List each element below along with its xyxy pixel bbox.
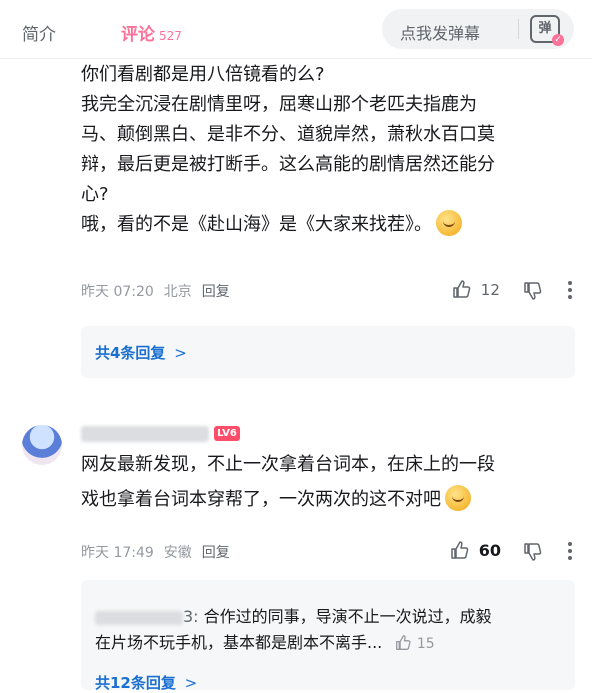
sub-reply-text: 在片场不玩手机，基本都是剧本不离手...: [95, 633, 383, 652]
sub-reply-author-blurred: [95, 610, 183, 625]
danmaku-icon-label: 弹: [538, 21, 552, 36]
comment-2-author[interactable]: LV6: [81, 423, 240, 442]
replies-summary-text: 共4条回复: [95, 344, 166, 362]
danmaku-separator: [518, 19, 519, 39]
like-button[interactable]: 12: [452, 279, 500, 299]
username-blurred: [81, 425, 209, 442]
comment-text-last: 戏也拿着台词本穿帮了，一次两次的这不对吧: [81, 489, 441, 510]
replies-summary-text: 共12条回复: [95, 674, 176, 692]
level-badge: LV6: [214, 426, 240, 441]
comment-time: 昨天 17:49: [81, 545, 154, 561]
comment-1-body: 你们看剧都是用八倍镜看的么? 我完全沉浸在剧情里呀，屈寒山那个老匹夫指鹿为 马、…: [81, 60, 581, 240]
like-button[interactable]: 60: [450, 540, 501, 560]
chevron-right-icon: >: [174, 344, 187, 362]
comment-2-body: 网友最新发现，不止一次拿着台词本，在床上的一段 戏也拿着台词本穿帮了，一次两次的…: [81, 450, 581, 515]
like-count: 12: [480, 281, 500, 299]
dislike-button[interactable]: [523, 542, 543, 566]
comment-text-line: 戏也拿着台词本穿帮了，一次两次的这不对吧: [81, 485, 581, 515]
sub-reply-line: 在片场不玩手机，基本都是剧本不离手... 15: [95, 630, 565, 657]
comment-1-replies[interactable]: 共4条回复 >: [81, 326, 575, 378]
comment-2-meta: 昨天 17:49 安徽 回复: [81, 542, 240, 562]
more-vertical-icon[interactable]: [568, 281, 572, 302]
danmaku-icon[interactable]: 弹 ✓: [530, 15, 564, 46]
tab-divider: [0, 58, 592, 59]
thumb-up-icon: [453, 280, 471, 298]
emoji-face-icon: [436, 210, 462, 236]
sub-reply-text: 合作过的同事，导演不止一次说过，成毅: [203, 607, 492, 626]
thumb-up-icon: [396, 635, 411, 650]
comment-location: 北京: [163, 284, 192, 300]
thumb-down-icon: [524, 282, 542, 300]
comment-2-replies: 3: 合作过的同事，导演不止一次说过，成毅 在片场不玩手机，基本都是剧本不离手.…: [81, 580, 575, 692]
comment-text-line: 网友最新发现，不止一次拿着台词本，在床上的一段: [81, 454, 495, 475]
comment-text-line: 哦，看的不是《赴山海》是《大家来找茬》。: [81, 210, 581, 240]
comment-time: 昨天 07:20: [81, 284, 154, 300]
comment-text-line: 辩，最后更是被打断手。这么高能的剧情居然还能分: [81, 154, 495, 175]
danmaku-input[interactable]: 点我发弹幕 弹 ✓: [382, 9, 574, 49]
replies-summary[interactable]: 共4条回复 >: [95, 342, 187, 363]
sub-reply-like-count: 15: [416, 636, 435, 652]
thumb-down-icon: [524, 543, 542, 561]
more-vertical-icon[interactable]: [568, 542, 572, 563]
comment-1-meta: 昨天 07:20 北京 回复: [81, 281, 240, 301]
check-icon: ✓: [552, 34, 564, 46]
comment-text-line: 马、颠倒黑白、是非不分、道貌岸然，萧秋水百口莫: [81, 124, 495, 145]
comment-text-last: 哦，看的不是《赴山海》是《大家来找茬》。: [81, 214, 432, 235]
comment-text-line: 心?: [81, 184, 109, 205]
sub-reply[interactable]: 3: 合作过的同事，导演不止一次说过，成毅 在片场不玩手机，基本都是剧本不离手.…: [95, 604, 565, 657]
tab-comments[interactable]: 评论 527: [121, 20, 182, 45]
tab-comments-label: 评论: [121, 25, 155, 45]
avatar[interactable]: [22, 425, 62, 465]
chevron-right-icon: >: [184, 674, 198, 692]
comment-text-line: 我完全沉浸在剧情里呀，屈寒山那个老匹夫指鹿为: [81, 94, 477, 115]
tab-intro[interactable]: 简介: [22, 20, 56, 45]
reply-button[interactable]: 回复: [202, 284, 230, 300]
sub-reply-like[interactable]: 15: [395, 635, 435, 652]
tab-bar: 简介 评论 527 点我发弹幕 弹 ✓: [0, 0, 592, 58]
sub-reply-line: 3: 合作过的同事，导演不止一次说过，成毅: [95, 604, 565, 630]
reply-button[interactable]: 回复: [202, 545, 230, 561]
thumb-up-icon: [451, 541, 469, 559]
like-count: 60: [478, 541, 502, 560]
sub-reply-author-suffix: 3:: [183, 607, 199, 626]
emoji-face-icon: [445, 485, 471, 511]
comment-location: 安徽: [163, 545, 192, 561]
comments-count: 527: [159, 29, 182, 43]
dislike-button[interactable]: [523, 281, 543, 305]
comment-text-line: 你们看剧都是用八倍镜看的么?: [81, 64, 325, 85]
danmaku-prompt: 点我发弹幕: [400, 24, 481, 43]
